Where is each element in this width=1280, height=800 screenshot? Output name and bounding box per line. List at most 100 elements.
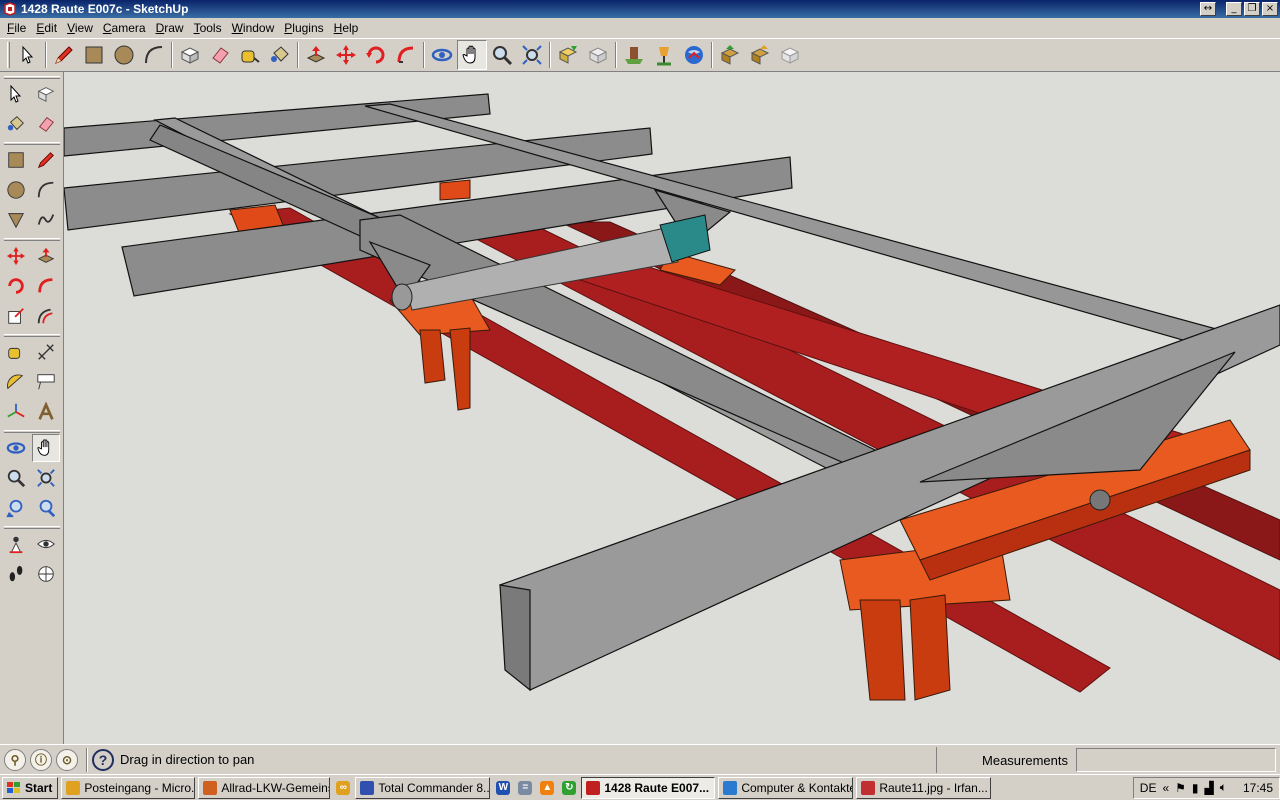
- menu-plugins[interactable]: Plugins: [279, 21, 328, 35]
- language-indicator[interactable]: DE: [1140, 781, 1157, 795]
- refresh-icon[interactable]: ↻: [560, 779, 578, 797]
- volume-icon[interactable]: 🔈︎: [1220, 780, 1227, 795]
- lt-push-pull-button[interactable]: [32, 242, 60, 270]
- word-icon[interactable]: W: [494, 779, 512, 797]
- orbit-tool-button[interactable]: [427, 40, 457, 70]
- lt-zoom-extents-button[interactable]: [32, 494, 60, 522]
- minimize-button[interactable]: _: [1226, 2, 1242, 16]
- menu-edit[interactable]: Edit: [31, 21, 62, 35]
- lt-zoom-button[interactable]: [2, 464, 30, 492]
- menu-help[interactable]: Help: [329, 21, 364, 35]
- rotate-tool-button[interactable]: [361, 40, 391, 70]
- zoom-tool-button[interactable]: [487, 40, 517, 70]
- taskbar-item[interactable]: Allrad-LKW-Gemeins...: [198, 776, 331, 799]
- lt-scale-button[interactable]: [2, 302, 30, 330]
- lt-offset-button[interactable]: [32, 302, 60, 330]
- lt-move-button[interactable]: [2, 242, 30, 270]
- lt-tape-measure-button[interactable]: [2, 338, 30, 366]
- lt-previous-view-button[interactable]: [2, 494, 30, 522]
- select-tool-button[interactable]: [13, 40, 43, 70]
- lt-zoom-window-button[interactable]: [32, 464, 60, 492]
- lt-3d-text-button[interactable]: [32, 398, 60, 426]
- tape-measure-button[interactable]: [235, 40, 265, 70]
- lt-protractor-button[interactable]: [2, 368, 30, 396]
- calculator-icon[interactable]: =: [516, 779, 534, 797]
- credits-icon[interactable]: ⓘ: [30, 748, 52, 771]
- signal-icon[interactable]: ▟: [1205, 781, 1214, 795]
- lt-section-plane-button[interactable]: [32, 560, 60, 588]
- model-canvas[interactable]: [64, 72, 1280, 744]
- instructor-help-icon[interactable]: ?: [92, 748, 114, 771]
- photo-textures-button[interactable]: [649, 40, 679, 70]
- lt-rectangle-button[interactable]: [2, 146, 30, 174]
- lt-position-camera-button[interactable]: [2, 530, 30, 558]
- lt-polygon-button[interactable]: [2, 206, 30, 234]
- taskbar-item[interactable]: Posteingang - Micro...: [61, 776, 196, 799]
- zoom-extents-button[interactable]: [517, 40, 547, 70]
- lt-axes-button[interactable]: [2, 398, 30, 426]
- network-icon[interactable]: ▮: [1192, 781, 1199, 795]
- share-model-button[interactable]: [583, 40, 613, 70]
- pencil-tool-button[interactable]: [49, 40, 79, 70]
- pan-tool-button[interactable]: [457, 40, 487, 70]
- lt-eraser-button[interactable]: [32, 110, 60, 138]
- lt-text-button[interactable]: [32, 368, 60, 396]
- taskbar-item[interactable]: Computer & Kontakte: [718, 776, 854, 799]
- clock[interactable]: 17:45: [1243, 781, 1273, 795]
- lt-arc-button[interactable]: [32, 176, 60, 204]
- menu-file[interactable]: File: [2, 21, 31, 35]
- rectangle-tool-button[interactable]: [79, 40, 109, 70]
- taskbar-item[interactable]: Total Commander 8....: [355, 776, 491, 799]
- tray-expand-icon[interactable]: «: [1162, 781, 1169, 795]
- menu-tools[interactable]: Tools: [189, 21, 227, 35]
- menu-camera[interactable]: Camera: [98, 21, 151, 35]
- move-tool-button[interactable]: [331, 40, 361, 70]
- follow-me-button[interactable]: [391, 40, 421, 70]
- lt-look-around-button[interactable]: [32, 530, 60, 558]
- left-toolbar-grip[interactable]: [4, 76, 60, 79]
- geo-location-icon[interactable]: ⚲: [4, 748, 26, 771]
- make-component-button[interactable]: [175, 40, 205, 70]
- flag-icon[interactable]: ⚑: [1175, 781, 1186, 795]
- lt-pan-button[interactable]: [32, 434, 60, 462]
- arc-tool-button[interactable]: [139, 40, 169, 70]
- circle-tool-button[interactable]: [109, 40, 139, 70]
- lt-circle-button[interactable]: [2, 176, 30, 204]
- quick-launch-icon[interactable]: ∞: [334, 779, 352, 797]
- toolbar-grip[interactable]: [7, 42, 10, 68]
- lt-walk-button[interactable]: [2, 560, 30, 588]
- maximize-button[interactable]: ❐: [1244, 2, 1260, 16]
- follow-me-icon: [397, 46, 414, 63]
- user-icon[interactable]: ⊙: [56, 748, 78, 771]
- lt-orbit-button[interactable]: [2, 434, 30, 462]
- get-components-button[interactable]: [715, 40, 745, 70]
- vlc-icon[interactable]: ▲: [538, 779, 556, 797]
- lt-select-button[interactable]: [2, 80, 30, 108]
- left-toolbar: [0, 72, 64, 744]
- restore-size-button[interactable]: ↔: [1200, 2, 1216, 16]
- paint-bucket-button[interactable]: [265, 40, 295, 70]
- taskbar-item[interactable]: 1428 Raute E007...: [581, 776, 716, 799]
- lt-freehand-button[interactable]: [32, 206, 60, 234]
- close-button[interactable]: ×: [1262, 2, 1278, 16]
- warehouse-button[interactable]: [775, 40, 805, 70]
- push-pull-button[interactable]: [301, 40, 331, 70]
- menu-view[interactable]: View: [62, 21, 98, 35]
- lt-line-button[interactable]: [32, 146, 60, 174]
- start-button[interactable]: Start: [2, 776, 59, 799]
- lt-dimension-button[interactable]: [32, 338, 60, 366]
- lt-follow-me-button[interactable]: [32, 272, 60, 300]
- measurements-field[interactable]: [1076, 748, 1276, 772]
- lt-paint-bucket-button[interactable]: [2, 110, 30, 138]
- model-viewport[interactable]: [64, 72, 1280, 744]
- place-model-button[interactable]: [619, 40, 649, 70]
- menu-draw[interactable]: Draw: [151, 21, 189, 35]
- lt-rotate-button[interactable]: [2, 272, 30, 300]
- taskbar-item[interactable]: Raute11.jpg - Irfan...: [856, 776, 992, 799]
- google-earth-button[interactable]: [679, 40, 709, 70]
- share-component-button[interactable]: [745, 40, 775, 70]
- menu-window[interactable]: Window: [227, 21, 280, 35]
- lt-make-component-button[interactable]: [32, 80, 60, 108]
- eraser-tool-button[interactable]: [205, 40, 235, 70]
- get-models-button[interactable]: [553, 40, 583, 70]
